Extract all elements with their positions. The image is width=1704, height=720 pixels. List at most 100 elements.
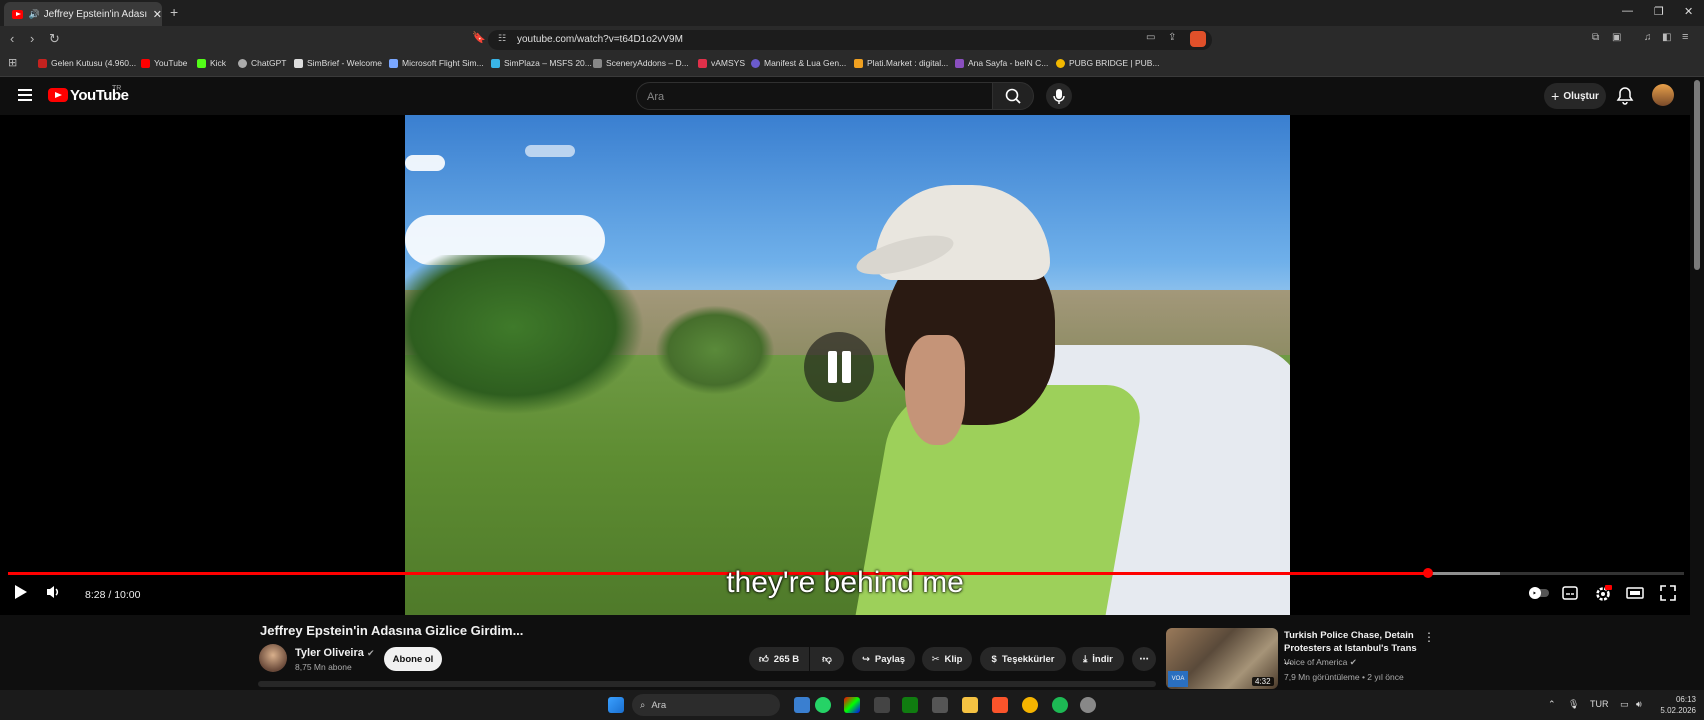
thanks-button[interactable]: $ Teşekkürler bbox=[980, 647, 1066, 671]
bell-icon bbox=[1616, 87, 1634, 105]
create-button[interactable]: + Oluştur bbox=[1544, 83, 1606, 109]
share-button[interactable]: ↪ Paylaş bbox=[852, 647, 915, 671]
clip-button[interactable]: ✂ Klip bbox=[922, 647, 972, 671]
simplaza-icon bbox=[491, 58, 500, 68]
youtube-logo-icon[interactable] bbox=[48, 88, 68, 102]
whatsapp-icon[interactable] bbox=[815, 697, 831, 713]
media-icon[interactable]: ♫ bbox=[1644, 32, 1652, 43]
url-text[interactable]: youtube.com/watch?v=t64D1o2vV9M bbox=[517, 34, 683, 45]
thumbs-up-icon: 👍︎ bbox=[758, 654, 769, 665]
speaker-icon[interactable]: 🔊︎ bbox=[1636, 699, 1642, 710]
app-icon-chrome[interactable] bbox=[1080, 697, 1096, 713]
hamburger-menu-icon[interactable] bbox=[18, 89, 32, 104]
cast-icon[interactable]: ▭ bbox=[1146, 32, 1155, 43]
bookmark-simbrief[interactable]: SimBrief - Welcome bbox=[294, 58, 382, 68]
theater-mode-button[interactable] bbox=[1626, 586, 1644, 603]
volume-button[interactable] bbox=[46, 584, 62, 603]
store-icon[interactable] bbox=[932, 697, 948, 713]
bookmark-msfs[interactable]: Microsoft Flight Sim... bbox=[389, 58, 484, 68]
like-button[interactable]: 👍︎ 265 B bbox=[749, 647, 809, 671]
recommendation-channel[interactable]: Voice of America ✔ bbox=[1284, 657, 1357, 668]
bookmark-simplaza[interactable]: SimPlaza – MSFS 20... bbox=[491, 58, 592, 68]
bookmark-vamsys[interactable]: vAMSYS bbox=[698, 58, 745, 68]
bookmark-page-icon[interactable]: 🔖 bbox=[472, 31, 486, 44]
browser-menu-icon[interactable]: ≡ bbox=[1682, 31, 1688, 43]
brave-browser-icon[interactable] bbox=[992, 697, 1008, 713]
subtitles-button[interactable] bbox=[1562, 586, 1578, 603]
xbox-icon[interactable] bbox=[902, 697, 918, 713]
app-icon-yellow[interactable] bbox=[1022, 697, 1038, 713]
file-explorer-icon[interactable] bbox=[962, 697, 978, 713]
channel-name[interactable]: Tyler Oliveira ✔ bbox=[295, 647, 375, 659]
sidebar-icon[interactable]: ◧ bbox=[1662, 32, 1671, 43]
autoplay-toggle[interactable] bbox=[1528, 586, 1550, 603]
play-button[interactable] bbox=[14, 584, 28, 603]
wallet-icon[interactable]: ▣ bbox=[1612, 32, 1621, 43]
bookmark-pubg[interactable]: PUBG BRIDGE | PUB... bbox=[1056, 58, 1160, 68]
back-icon[interactable]: ‹ bbox=[10, 31, 14, 46]
language-indicator[interactable]: TUR bbox=[1590, 699, 1609, 709]
minimize-button[interactable]: — bbox=[1622, 5, 1633, 17]
download-button[interactable]: ⤓ İndir bbox=[1072, 647, 1124, 671]
channel-avatar[interactable] bbox=[259, 644, 287, 672]
cloud bbox=[405, 155, 445, 171]
share-page-icon[interactable]: ⇪ bbox=[1168, 32, 1176, 43]
bookmark-youtube[interactable]: YouTube bbox=[141, 58, 187, 68]
voice-search-button[interactable] bbox=[1046, 83, 1072, 109]
bookmark-bein[interactable]: Ana Sayfa - beIN C... bbox=[955, 58, 1048, 68]
search-icon bbox=[1005, 88, 1021, 104]
bookmark-plati[interactable]: Plati.Market : digital... bbox=[854, 58, 948, 68]
dislike-button[interactable]: 👎︎ bbox=[810, 647, 844, 671]
video-title: Jeffrey Epstein'in Adasına Gizlice Girdi… bbox=[260, 623, 524, 638]
more-actions-button[interactable]: ⋯ bbox=[1132, 647, 1156, 671]
bookmark-gmail[interactable]: Gelen Kutusu (4.960... bbox=[38, 58, 136, 68]
subtitles-icon bbox=[1562, 586, 1578, 600]
browser-tab-bar bbox=[0, 0, 1704, 26]
theater-icon bbox=[1626, 587, 1644, 599]
apps-grid-icon[interactable]: ⊞ bbox=[8, 56, 17, 69]
bookmark-chatgpt[interactable]: ChatGPT bbox=[238, 58, 286, 68]
brave-shields-icon[interactable] bbox=[1190, 31, 1206, 47]
description-box[interactable] bbox=[258, 681, 1156, 687]
start-icon[interactable] bbox=[608, 697, 624, 713]
close-tab-icon[interactable]: ✕ bbox=[153, 8, 162, 21]
bookmark-kick[interactable]: Kick bbox=[197, 58, 226, 68]
pause-overlay-icon[interactable] bbox=[804, 332, 874, 402]
spotify-icon[interactable] bbox=[1052, 697, 1068, 713]
video-bush bbox=[655, 305, 775, 395]
settings-button[interactable] bbox=[1594, 585, 1612, 606]
recommendation-duration: 4:32 bbox=[1252, 677, 1274, 686]
fullscreen-button[interactable] bbox=[1660, 585, 1676, 604]
app-icon-cube[interactable] bbox=[874, 697, 890, 713]
forward-icon[interactable]: › bbox=[30, 31, 34, 46]
taskbar-search[interactable]: ⌕ Ara bbox=[632, 694, 780, 716]
page-scrollbar[interactable] bbox=[1694, 80, 1700, 270]
tray-overflow-icon[interactable]: ⌃ bbox=[1548, 699, 1556, 710]
app-icon-prism[interactable] bbox=[844, 697, 860, 713]
tray-mic-icon[interactable]: 🎙︎ bbox=[1568, 699, 1579, 710]
network-icon[interactable]: ▭ bbox=[1620, 699, 1629, 710]
close-window-button[interactable]: ✕ bbox=[1684, 5, 1693, 18]
reload-icon[interactable]: ↻ bbox=[49, 31, 60, 47]
subscribe-button[interactable]: Abone ol bbox=[384, 647, 442, 671]
extensions-icon[interactable]: ⧉ bbox=[1592, 32, 1599, 43]
recommendation-menu-icon[interactable]: ⋮ bbox=[1423, 630, 1435, 644]
microphone-icon bbox=[1053, 89, 1065, 104]
account-avatar[interactable] bbox=[1652, 84, 1674, 106]
new-tab-button[interactable]: + bbox=[170, 4, 178, 20]
bookmark-sceneryaddons[interactable]: SceneryAddons – D... bbox=[593, 58, 689, 68]
restore-button[interactable]: ❐ bbox=[1654, 5, 1664, 18]
search-icon: ⌕ bbox=[640, 699, 646, 711]
audio-playing-icon[interactable]: 🔊 bbox=[28, 9, 39, 20]
bookmark-manifest[interactable]: Manifest & Lua Gen... bbox=[751, 58, 846, 68]
youtube-favicon-icon bbox=[12, 9, 24, 19]
notifications-button[interactable] bbox=[1616, 86, 1634, 111]
video-bush bbox=[405, 255, 645, 415]
site-info-icon[interactable]: ☷ bbox=[498, 33, 506, 44]
search-button[interactable] bbox=[992, 82, 1034, 110]
clock[interactable]: 06:13 5.02.2026 bbox=[1660, 694, 1696, 716]
chatgpt-icon bbox=[238, 58, 247, 68]
app-icon-azure[interactable] bbox=[794, 697, 810, 713]
browser-tab-active[interactable]: 🔊 Jeffrey Epstein'in Adasına Gizl ✕ bbox=[4, 2, 162, 26]
search-input[interactable] bbox=[637, 83, 969, 111]
